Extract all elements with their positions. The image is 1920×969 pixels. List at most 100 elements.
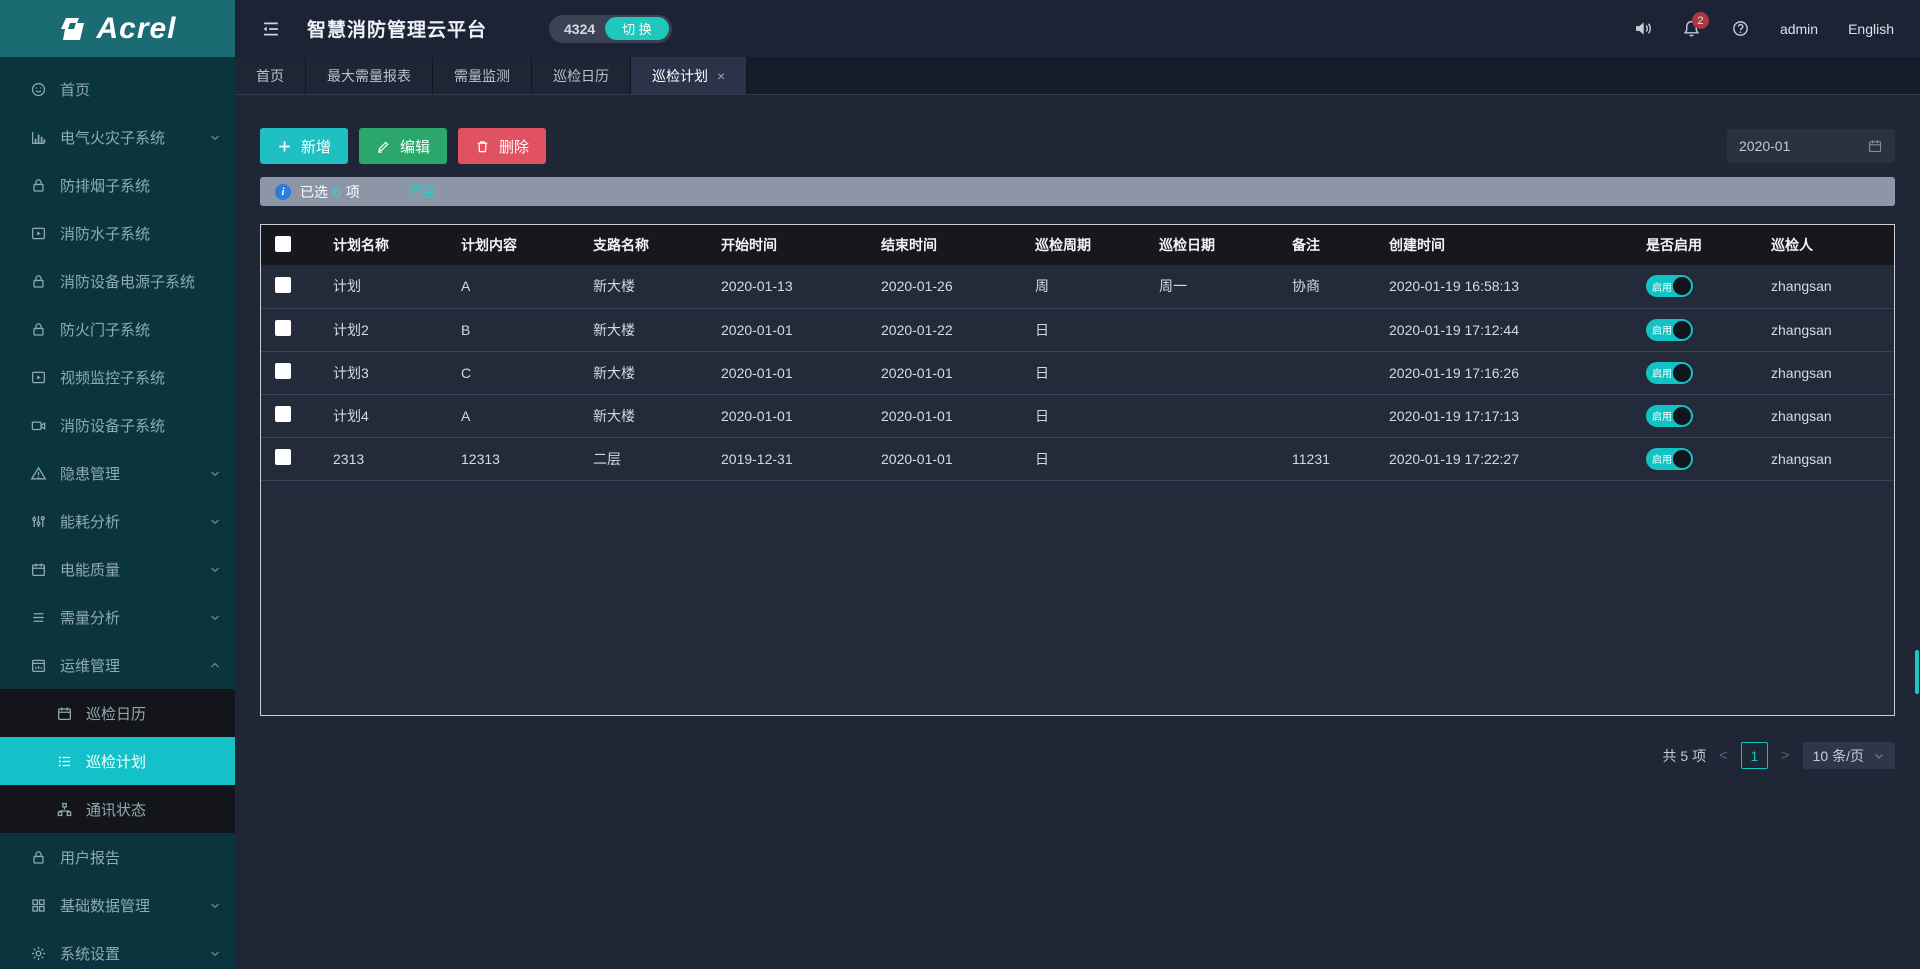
project-count: 4324 xyxy=(564,21,595,37)
pagination-total: 共 5 项 xyxy=(1663,746,1707,766)
cell-content: A xyxy=(447,265,579,308)
sidebar-item-运维管理[interactable]: 运维管理 xyxy=(0,641,235,689)
toggle-label: 启用 xyxy=(1652,365,1672,380)
tab-需量监测[interactable]: 需量监测 xyxy=(433,57,532,94)
delete-button-label: 删除 xyxy=(499,136,529,157)
row-checkbox[interactable] xyxy=(275,320,291,336)
close-icon[interactable]: × xyxy=(717,69,725,83)
sidebar-item-巡检日历[interactable]: 巡检日历 xyxy=(0,689,235,737)
sidebar-item-label: 通讯状态 xyxy=(86,799,221,820)
tab-label: 巡检日历 xyxy=(553,66,609,86)
cell-created: 2020-01-19 17:12:44 xyxy=(1375,308,1632,351)
sidebar-item-系统设置[interactable]: 系统设置 xyxy=(0,929,235,969)
enable-toggle[interactable]: 启用 xyxy=(1646,319,1693,341)
enable-toggle[interactable]: 启用 xyxy=(1646,405,1693,427)
sidebar-item-电能质量[interactable]: 电能质量 xyxy=(0,545,235,593)
current-page-button[interactable]: 1 xyxy=(1741,742,1768,769)
edit-button[interactable]: 编辑 xyxy=(359,128,447,164)
toggle-knob xyxy=(1673,277,1691,295)
bell-icon[interactable]: 2 xyxy=(1682,19,1701,38)
sidebar-item-隐患管理[interactable]: 隐患管理 xyxy=(0,449,235,497)
chevron-down-icon xyxy=(209,609,221,626)
sidebar-item-电气火灾子系统[interactable]: 电气火灾子系统 xyxy=(0,113,235,161)
row-checkbox[interactable] xyxy=(275,406,291,422)
table-row: 计划A新大楼2020-01-132020-01-26周周一协商2020-01-1… xyxy=(261,265,1895,308)
sidebar-item-需量分析[interactable]: 需量分析 xyxy=(0,593,235,641)
menu-fold-icon[interactable] xyxy=(261,19,281,39)
lock-icon xyxy=(30,273,47,290)
cell-cycle: 日 xyxy=(1021,394,1145,437)
trash-icon xyxy=(475,139,490,154)
pagination: 共 5 项 < 1 > 10 条/页 xyxy=(260,742,1895,769)
sidebar-item-消防设备子系统[interactable]: 消防设备子系统 xyxy=(0,401,235,449)
cell-start: 2019-12-31 xyxy=(707,437,867,480)
sidebar-item-基础数据管理[interactable]: 基础数据管理 xyxy=(0,881,235,929)
notification-badge: 2 xyxy=(1692,12,1709,29)
column-header: 巡检日期 xyxy=(1145,225,1278,265)
row-checkbox[interactable] xyxy=(275,277,291,293)
page-size-select[interactable]: 10 条/页 xyxy=(1803,742,1895,769)
toggle-knob xyxy=(1673,407,1691,425)
project-badge: 4324 切 换 xyxy=(549,15,672,43)
cell-created: 2020-01-19 17:22:27 xyxy=(1375,437,1632,480)
sidebar-item-通讯状态[interactable]: 通讯状态 xyxy=(0,785,235,833)
cell-branch: 新大楼 xyxy=(579,351,707,394)
speaker-icon[interactable] xyxy=(1633,19,1652,38)
sidebar-item-label: 防排烟子系统 xyxy=(60,175,221,196)
sidebar-item-视频监控子系统[interactable]: 视频监控子系统 xyxy=(0,353,235,401)
column-header: 巡检人 xyxy=(1757,225,1895,265)
toggle-knob xyxy=(1673,450,1691,468)
page-scrollbar[interactable] xyxy=(1915,650,1919,694)
enable-toggle[interactable]: 启用 xyxy=(1646,275,1693,297)
column-header: 计划名称 xyxy=(319,225,447,265)
delete-button[interactable]: 删除 xyxy=(458,128,546,164)
sidebar-item-防火门子系统[interactable]: 防火门子系统 xyxy=(0,305,235,353)
enable-toggle[interactable]: 启用 xyxy=(1646,362,1693,384)
tab-巡检计划[interactable]: 巡检计划× xyxy=(631,57,747,94)
table-row: 231312313二层2019-12-312020-01-01日11231202… xyxy=(261,437,1895,480)
tab-最大需量报表[interactable]: 最大需量报表 xyxy=(306,57,433,94)
next-page-button[interactable]: > xyxy=(1781,747,1790,764)
tab-巡检日历[interactable]: 巡检日历 xyxy=(532,57,631,94)
cell-inspector: zhangsan xyxy=(1757,394,1895,437)
toggle-knob xyxy=(1673,364,1691,382)
enable-toggle[interactable]: 启用 xyxy=(1646,448,1693,470)
row-checkbox[interactable] xyxy=(275,363,291,379)
tab-bar: 首页最大需量报表需量监测 巡检日历 巡检计划× xyxy=(235,57,1920,95)
sidebar-item-label: 视频监控子系统 xyxy=(60,367,221,388)
sidebar-item-巡检计划[interactable]: 巡检计划 xyxy=(0,737,235,785)
sidebar-item-label: 巡检计划 xyxy=(86,751,221,772)
sidebar-item-label: 能耗分析 xyxy=(60,511,209,532)
prev-page-button[interactable]: < xyxy=(1719,747,1728,764)
add-button[interactable]: 新增 xyxy=(260,128,348,164)
page-title: 智慧消防管理云平台 xyxy=(307,15,487,42)
cell-end: 2020-01-26 xyxy=(867,265,1021,308)
month-picker[interactable]: 2020-01 xyxy=(1727,129,1895,163)
cell-end: 2020-01-01 xyxy=(867,351,1021,394)
language-switch[interactable]: English xyxy=(1848,21,1894,37)
select-all-checkbox[interactable] xyxy=(275,236,291,252)
question-icon[interactable] xyxy=(1731,19,1750,38)
tab-首页[interactable]: 首页 xyxy=(235,57,306,94)
cell-end: 2020-01-01 xyxy=(867,437,1021,480)
month-picker-value: 2020-01 xyxy=(1739,138,1867,154)
row-checkbox[interactable] xyxy=(275,449,291,465)
sidebar-item-防排烟子系统[interactable]: 防排烟子系统 xyxy=(0,161,235,209)
calendar-icon xyxy=(30,561,47,578)
sidebar-item-首页[interactable]: 首页 xyxy=(0,65,235,113)
clear-selection-link[interactable]: 清空 xyxy=(408,182,436,202)
selection-bar: i 已选 0 项 清空 xyxy=(260,177,1895,206)
column-header: 计划内容 xyxy=(447,225,579,265)
sidebar-item-能耗分析[interactable]: 能耗分析 xyxy=(0,497,235,545)
sidebar-item-消防水子系统[interactable]: 消防水子系统 xyxy=(0,209,235,257)
column-header: 巡检周期 xyxy=(1021,225,1145,265)
calendar-icon xyxy=(1867,138,1883,154)
chevron-down-icon xyxy=(209,465,221,482)
list-icon xyxy=(30,609,47,626)
cell-remark xyxy=(1278,308,1375,351)
user-menu[interactable]: admin xyxy=(1780,21,1818,37)
switch-button[interactable]: 切 换 xyxy=(605,17,669,40)
sidebar-item-用户报告[interactable]: 用户报告 xyxy=(0,833,235,881)
pencil-icon xyxy=(376,139,391,154)
sidebar-item-消防设备电源子系统[interactable]: 消防设备电源子系统 xyxy=(0,257,235,305)
